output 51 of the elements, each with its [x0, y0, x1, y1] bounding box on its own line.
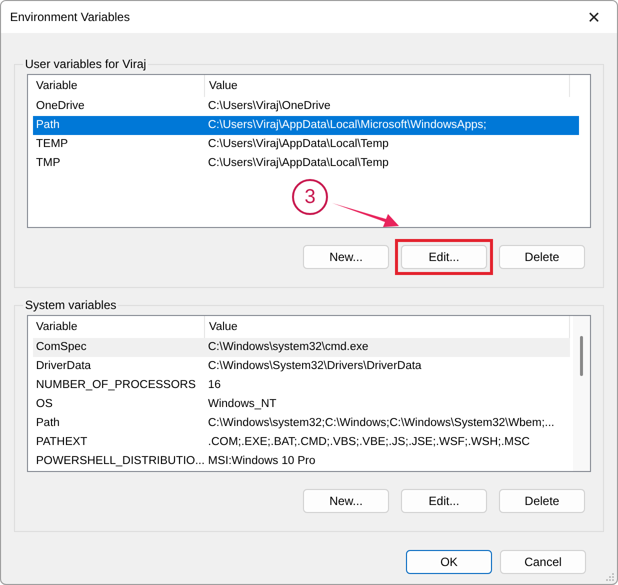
dialog-button[interactable]: Delete — [499, 489, 585, 513]
variable-value: C:\Windows\System32\Drivers\DriverData — [207, 359, 422, 374]
variable-value: 16 — [207, 378, 221, 393]
variable-row[interactable]: Path C:\Windows\system32;C:\Windows;C:\Windows\System32\Wbem;... — [33, 414, 570, 433]
variable-row[interactable]: PATHEXT .COM;.EXE;.BAT;.CMD;.VBS;.VBE;.JS;.JSE;.WSF;.WSH;.MSC — [33, 433, 570, 452]
column-header[interactable]: Variable — [33, 75, 205, 97]
variable-name: DriverData — [35, 359, 92, 374]
variable-name: NUMBER_OF_PROCESSORS — [35, 378, 197, 393]
pointer-arrow — [332, 203, 399, 227]
variable-row[interactable]: TMP C:\Users\Viraj\AppData\Local\Temp — [33, 154, 579, 173]
variable-name: PATHEXT — [35, 435, 88, 450]
variable-name: Path — [35, 118, 61, 133]
group-title: User variables for Viraj — [24, 57, 148, 71]
variable-value: .COM;.EXE;.BAT;.CMD;.VBS;.VBE;.JS;.JSE;.WSF;.WSH;.MSC — [207, 435, 530, 450]
variable-value: C:\Users\Viraj\AppData\Local\Temp — [207, 137, 389, 152]
dialog-button[interactable]: New... — [303, 245, 389, 269]
variable-row[interactable]: POWERSHELL_DISTRIBUTIO... MSI:Windows 10 Pro — [33, 452, 570, 471]
window-title: Environment Variables — [10, 10, 130, 24]
scrollbar[interactable] — [573, 316, 590, 471]
variable-value: C:\Windows\system32;C:\Windows;C:\Windows\System32\Wbem;... — [207, 416, 554, 431]
variable-name: OS — [35, 397, 54, 412]
variable-row[interactable]: TEMP C:\Users\Viraj\AppData\Local\Temp — [33, 135, 579, 154]
variable-name: Path — [35, 416, 61, 431]
variable-row[interactable]: ComSpec C:\Windows\system32\cmd.exe — [33, 338, 570, 357]
dialog-button[interactable]: OK — [406, 550, 492, 574]
variable-value: C:\Users\Viraj\AppData\Local\Temp — [207, 156, 389, 171]
close-button[interactable]: ✕ — [571, 1, 617, 33]
variable-row[interactable]: NUMBER_OF_PROCESSORS 16 — [33, 376, 570, 395]
variable-value: Windows_NT — [207, 397, 276, 412]
variable-value: C:\Users\Viraj\AppData\Local\Microsoft\WindowsApps; — [207, 118, 486, 133]
variable-row[interactable]: DriverData C:\Windows\System32\Drivers\DriverData — [33, 357, 570, 376]
variable-name: POWERSHELL_DISTRIBUTIO... — [35, 454, 204, 469]
step-number-badge: 3 — [292, 179, 328, 215]
dialog-button[interactable]: Delete — [499, 245, 585, 269]
variable-name: TEMP — [35, 137, 69, 152]
column-header[interactable]: Value — [205, 75, 570, 97]
variable-value: C:\Windows\system32\cmd.exe — [207, 340, 368, 355]
variable-row[interactable]: Path C:\Users\Viraj\AppData\Local\Microsoft\WindowsApps; — [33, 116, 579, 135]
variable-name: OneDrive — [35, 99, 86, 114]
dialog-button[interactable]: Cancel — [500, 550, 586, 574]
variable-name: TMP — [35, 156, 62, 171]
dialog-button[interactable]: Edit... — [401, 245, 487, 269]
variable-row[interactable]: OS Windows_NT — [33, 395, 570, 414]
group-title: System variables — [24, 298, 118, 312]
variable-value: C:\Users\Viraj\OneDrive — [207, 99, 330, 114]
variable-row[interactable]: OneDrive C:\Users\Viraj\OneDrive — [33, 97, 579, 116]
dialog-button[interactable]: Edit... — [401, 489, 487, 513]
dialog-button[interactable]: New... — [303, 489, 389, 513]
variable-value: MSI:Windows 10 Pro — [207, 454, 316, 469]
resize-grip-icon[interactable] — [606, 573, 614, 581]
variable-name: ComSpec — [35, 340, 88, 355]
